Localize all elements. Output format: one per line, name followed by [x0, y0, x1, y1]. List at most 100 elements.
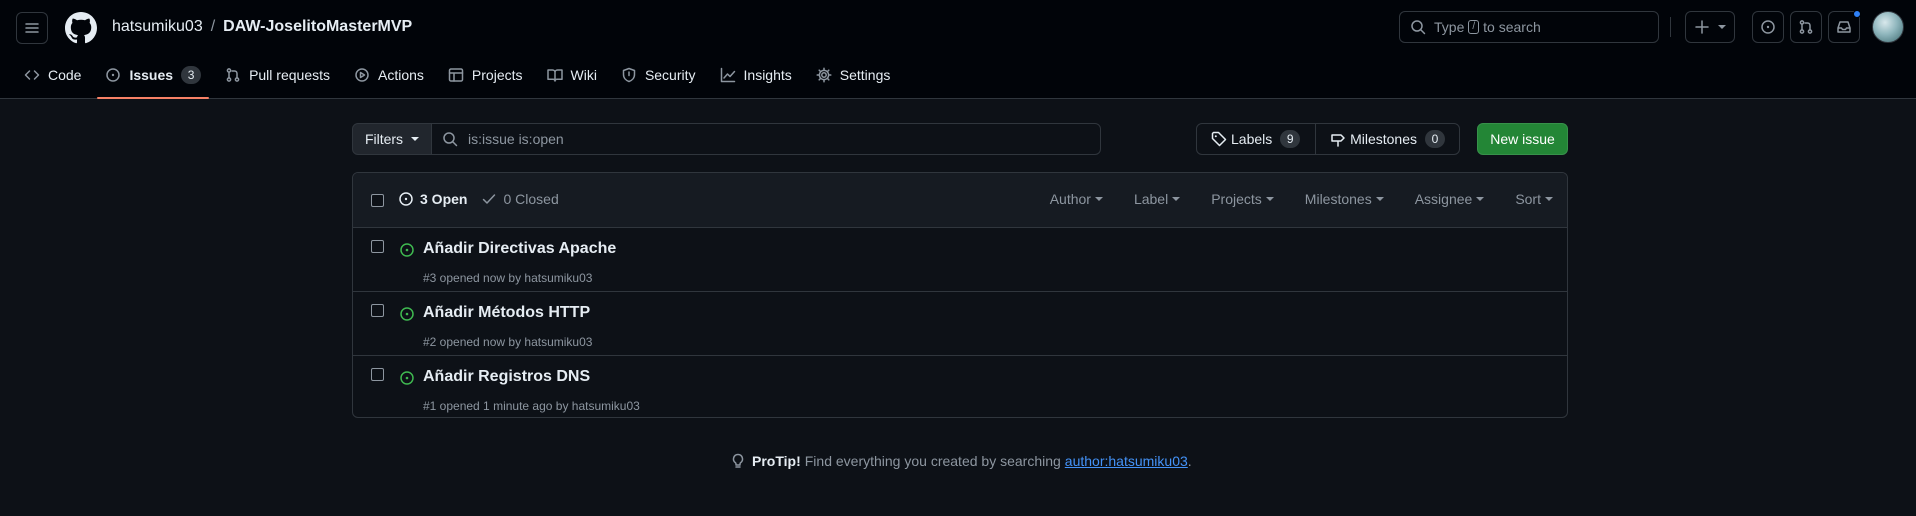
- sort-label: Author: [1049, 191, 1091, 207]
- avatar[interactable]: [1872, 11, 1904, 43]
- milestones-count-badge: 0: [1425, 130, 1445, 148]
- tab-label: Security: [644, 67, 696, 83]
- issues-shortcut-button[interactable]: [1752, 11, 1784, 43]
- select-all-checkbox[interactable]: [371, 194, 384, 207]
- issue-sort-filters: Author Label Projects Milestones Assigne…: [1019, 191, 1553, 207]
- labels-button[interactable]: Labels 9: [1197, 124, 1317, 154]
- sort-label: Assignee: [1414, 191, 1473, 207]
- issue-checkbox[interactable]: [371, 368, 384, 381]
- unread-indicator: [1853, 10, 1861, 18]
- chevron-down-icon: [1265, 197, 1274, 201]
- tab-label: Settings: [839, 67, 891, 83]
- issue-title-link[interactable]: Añadir Métodos HTTP: [423, 304, 590, 322]
- author-filter-dropdown[interactable]: Author: [1050, 191, 1103, 207]
- check-icon: [483, 194, 496, 204]
- breadcrumb-owner[interactable]: hatsumiku03: [112, 18, 203, 36]
- chevron-down-icon: [1718, 25, 1726, 29]
- assignee-filter-dropdown[interactable]: Assignee: [1415, 191, 1485, 207]
- closed-issues-filter[interactable]: 0 Closed: [481, 191, 559, 207]
- create-new-button[interactable]: [1685, 11, 1735, 43]
- tab-label: Code: [48, 67, 82, 83]
- issue-opened-icon: [400, 243, 414, 257]
- tab-actions[interactable]: Actions: [346, 58, 432, 92]
- tab-wiki[interactable]: Wiki: [539, 58, 605, 92]
- shield-icon: [622, 67, 636, 83]
- issue-checkbox[interactable]: [371, 304, 384, 317]
- plus-icon: [1695, 20, 1709, 34]
- chevron-down-icon: [1172, 197, 1181, 201]
- tab-pull-requests[interactable]: Pull requests: [217, 58, 338, 92]
- open-issues-filter[interactable]: 3 Open: [398, 191, 467, 207]
- search-placeholder-prefix: Type: [1434, 19, 1465, 35]
- protip-end: .: [1187, 453, 1192, 469]
- protip-search-link[interactable]: author:hatsumiku03: [1065, 453, 1188, 469]
- issue-meta: #2 opened now by hatsumiku03: [423, 335, 593, 349]
- labels-label: Labels: [1231, 131, 1273, 147]
- table-icon: [448, 68, 464, 82]
- app-header: hatsumiku03 / DAW-JoselitoMasterMVP Type…: [0, 0, 1916, 99]
- issues-search-input[interactable]: is:issue is:open: [431, 123, 1101, 155]
- issue-opened-icon: [106, 68, 121, 82]
- breadcrumb-separator: /: [210, 18, 216, 35]
- breadcrumb-repo[interactable]: DAW-JoselitoMasterMVP: [223, 18, 412, 36]
- sort-label: Projects: [1211, 191, 1262, 207]
- menu-button[interactable]: [16, 12, 48, 44]
- labels-count-badge: 9: [1280, 130, 1301, 148]
- milestone-icon: [1331, 134, 1345, 147]
- git-pull-request-icon: [1799, 20, 1813, 34]
- issues-search-query: is:issue is:open: [468, 131, 564, 147]
- graph-icon: [720, 67, 735, 83]
- new-issue-button[interactable]: New issue: [1477, 123, 1568, 155]
- sort-dropdown[interactable]: Sort: [1515, 191, 1553, 207]
- light-bulb-icon: [732, 453, 744, 468]
- issue-meta: #3 opened now by hatsumiku03: [423, 271, 593, 285]
- chevron-down-icon: [1476, 197, 1485, 201]
- book-icon: [546, 69, 563, 82]
- inbox-icon: [1837, 21, 1851, 33]
- filters-dropdown-button[interactable]: Filters: [352, 123, 432, 155]
- issue-title-link[interactable]: Añadir Directivas Apache: [423, 240, 616, 258]
- issues-list-header: 3 Open 0 Closed Author Label Projects Mi…: [353, 173, 1567, 228]
- tab-settings[interactable]: Settings: [808, 58, 899, 92]
- search-shortcut-key: /: [1468, 20, 1480, 34]
- issue-opened-icon: [1761, 20, 1775, 34]
- tab-insights[interactable]: Insights: [712, 58, 800, 92]
- tab-label: Projects: [471, 67, 523, 83]
- issue-row: Añadir Registros DNS #1 opened 1 minute …: [353, 356, 1567, 417]
- filters-label: Filters: [364, 131, 404, 147]
- issues-count-badge: 3: [181, 66, 202, 84]
- github-logo-icon[interactable]: [65, 12, 97, 44]
- tab-projects[interactable]: Projects: [440, 58, 531, 92]
- chevron-down-icon: [411, 137, 420, 141]
- tab-security[interactable]: Security: [613, 58, 704, 92]
- protip-lead: ProTip!: [752, 453, 801, 469]
- tab-label: Insights: [743, 67, 792, 83]
- issue-row: Añadir Directivas Apache #3 opened now b…: [353, 228, 1567, 292]
- tab-code[interactable]: Code: [16, 58, 89, 92]
- label-filter-dropdown[interactable]: Label: [1133, 191, 1181, 207]
- sort-label: Sort: [1515, 191, 1541, 207]
- git-pull-request-icon: [226, 68, 240, 82]
- tab-label: Wiki: [570, 67, 597, 83]
- code-icon: [24, 70, 40, 80]
- issue-row: Añadir Métodos HTTP #2 opened now by hat…: [353, 292, 1567, 356]
- milestones-button[interactable]: Milestones 0: [1316, 124, 1459, 154]
- issue-opened-icon: [399, 192, 413, 206]
- gear-icon: [816, 67, 832, 83]
- issue-checkbox[interactable]: [371, 240, 384, 253]
- tab-issues[interactable]: Issues 3: [97, 58, 209, 99]
- pull-requests-shortcut-button[interactable]: [1790, 11, 1822, 43]
- issue-opened-icon: [400, 307, 414, 321]
- projects-filter-dropdown[interactable]: Projects: [1211, 191, 1274, 207]
- sort-label: Label: [1133, 191, 1169, 207]
- issue-opened-icon: [400, 371, 414, 385]
- labels-milestones-group: Labels 9 Milestones 0: [1196, 123, 1460, 155]
- breadcrumb: hatsumiku03 / DAW-JoselitoMasterMVP: [112, 18, 412, 36]
- issues-list: 3 Open 0 Closed Author Label Projects Mi…: [352, 172, 1568, 418]
- protip-text: Find everything you created by searching: [804, 453, 1061, 469]
- issue-title-link[interactable]: Añadir Registros DNS: [423, 368, 590, 386]
- milestones-filter-dropdown[interactable]: Milestones: [1305, 191, 1384, 207]
- tab-label: Issues: [129, 67, 174, 83]
- global-search-input[interactable]: Type / to search: [1399, 11, 1659, 43]
- header-divider: [1670, 17, 1671, 37]
